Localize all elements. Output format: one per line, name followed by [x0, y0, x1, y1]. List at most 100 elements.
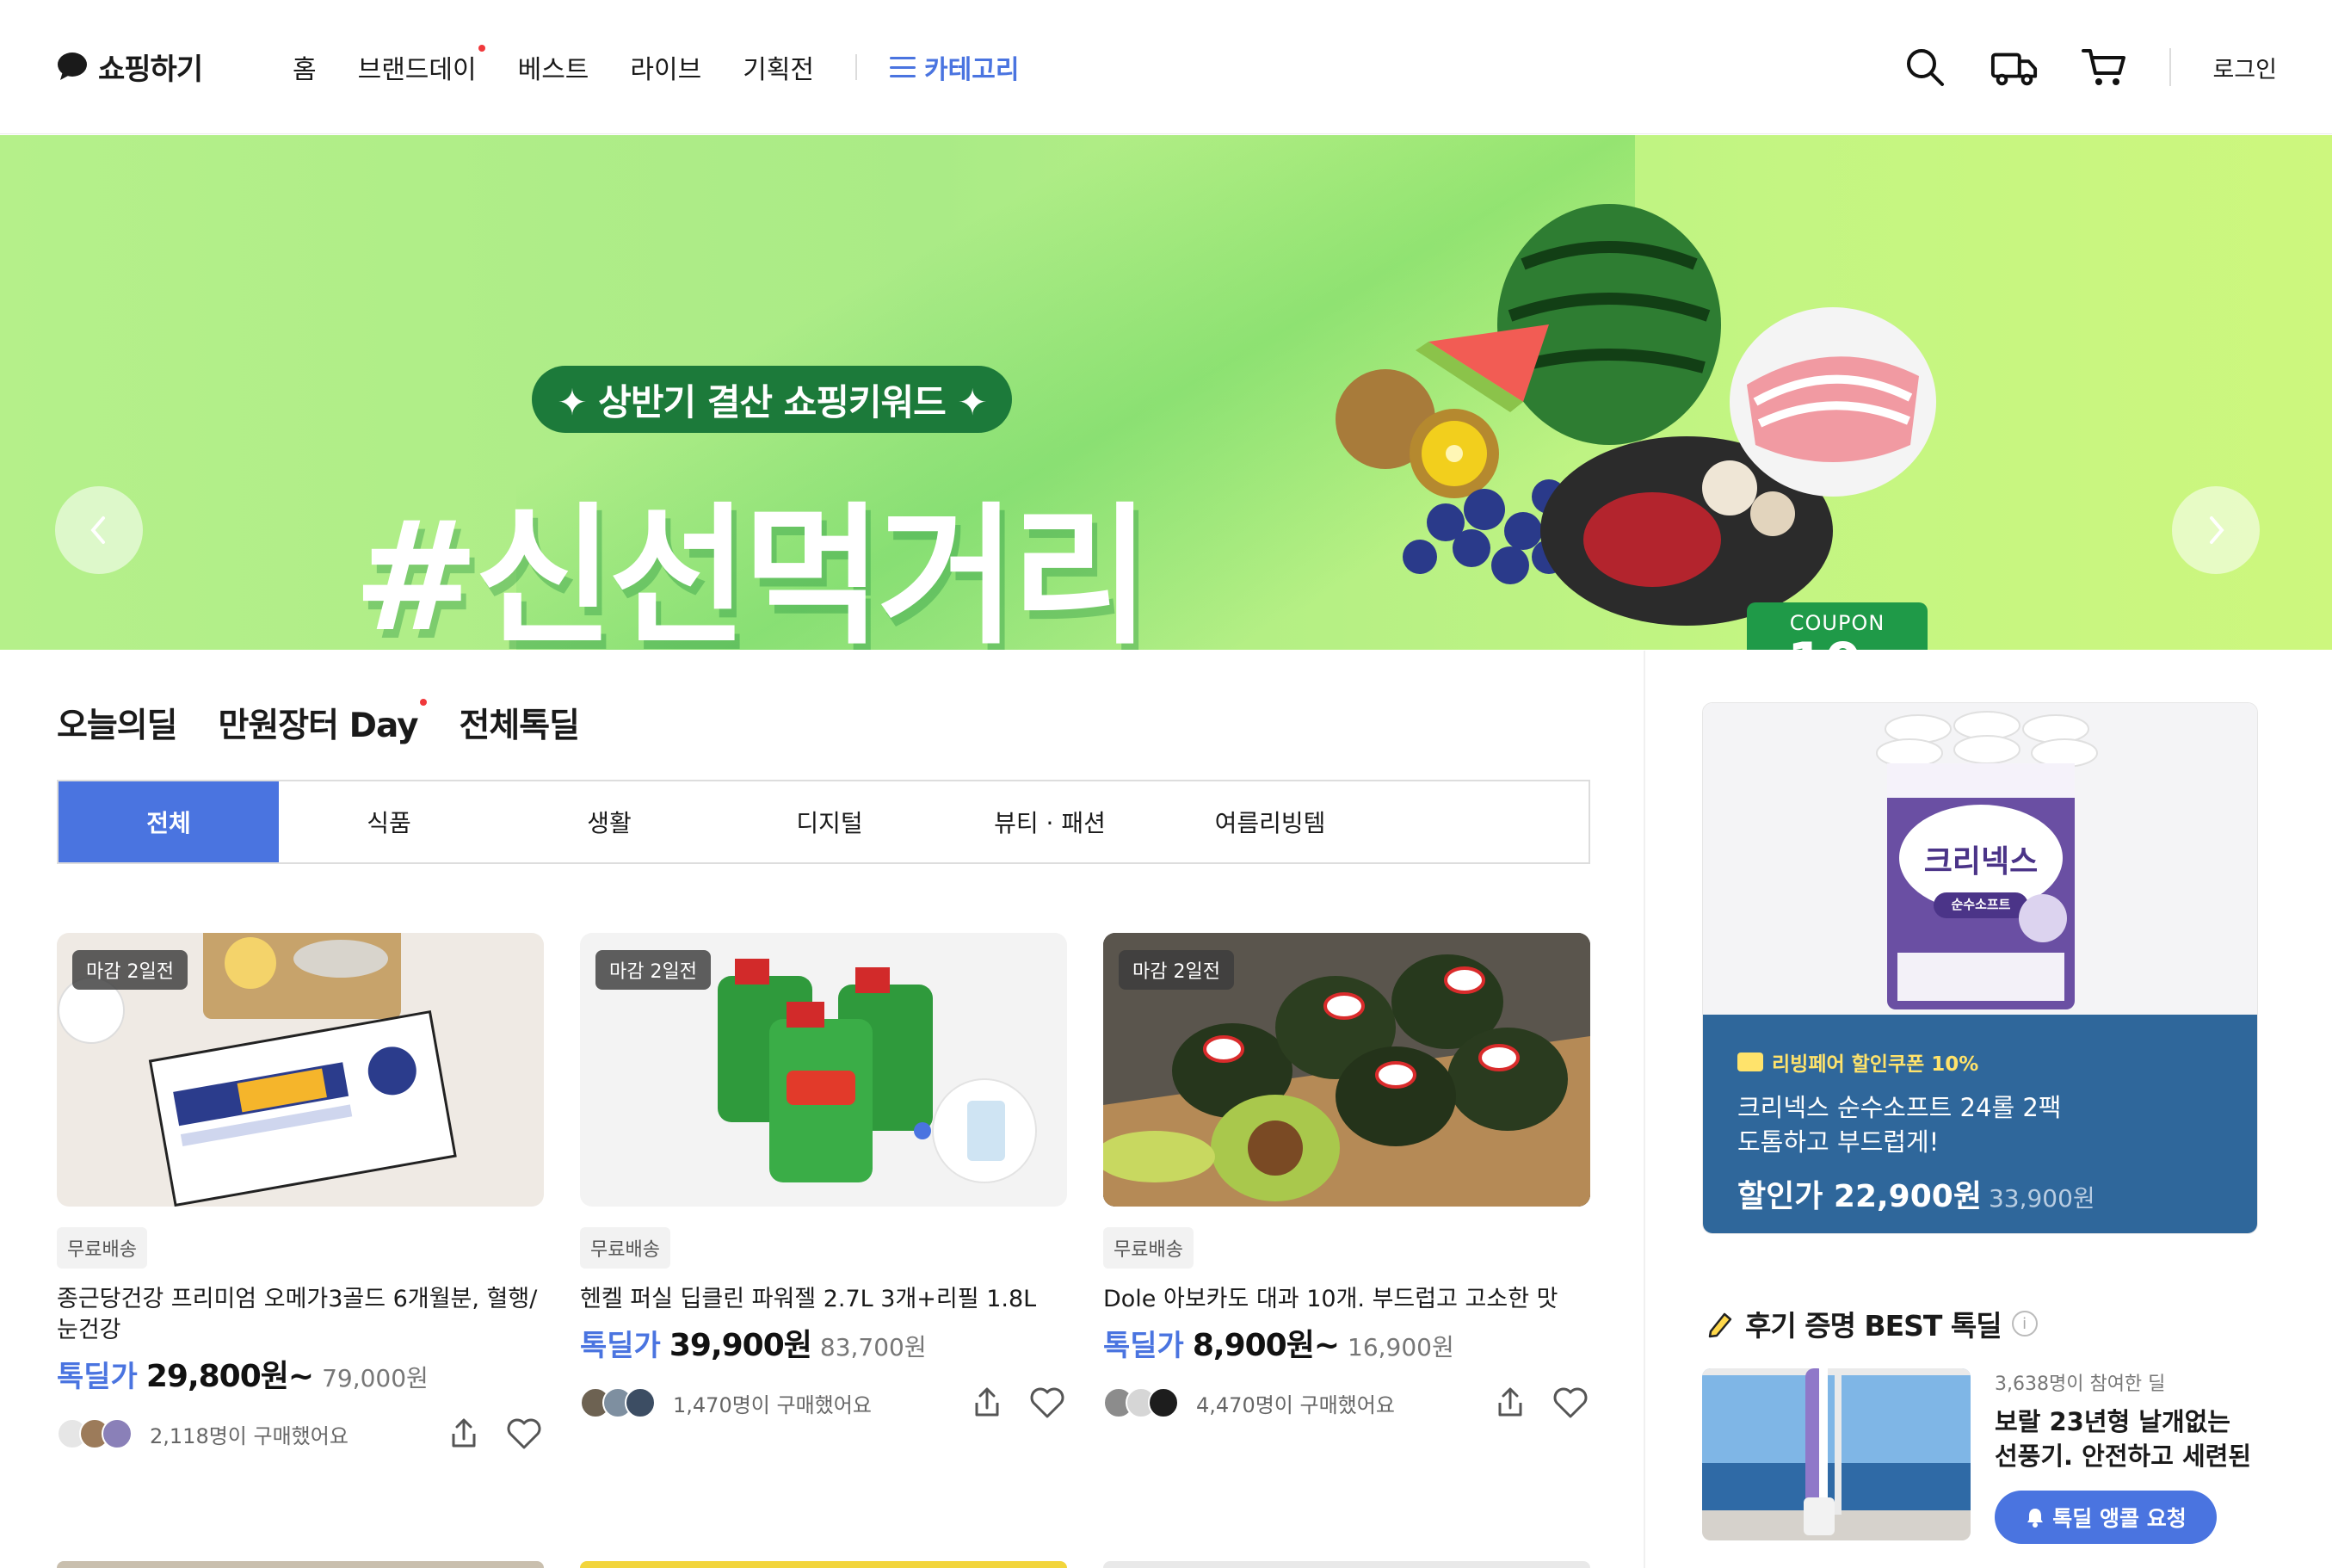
- tab-all-talkdeal[interactable]: 전체톡딜: [460, 699, 581, 747]
- category-living[interactable]: 생활: [499, 781, 719, 862]
- nav-category-label: 카테고리: [924, 55, 1020, 85]
- like-button[interactable]: [504, 1414, 544, 1454]
- product-card-peek[interactable]: [1103, 1561, 1590, 1568]
- share-icon: [1498, 1387, 1522, 1417]
- search-icon: [1907, 49, 1945, 86]
- price-label: 톡딜가: [580, 1329, 661, 1363]
- sale-price: 39,900원: [669, 1328, 812, 1363]
- product-name[interactable]: Dole 아보카도 대과 10개. 부드럽고 고소한 맛: [1103, 1284, 1585, 1315]
- heart-icon: [1553, 1387, 1588, 1418]
- new-dot: [419, 699, 427, 706]
- avatar: [625, 1387, 656, 1418]
- encore-request-label: 톡딜 앵콜 요청: [2052, 1506, 2187, 1531]
- cart-button[interactable]: [2080, 43, 2128, 91]
- info-icon[interactable]: i: [2011, 1311, 2038, 1337]
- nav-best[interactable]: 베스트: [518, 48, 589, 86]
- ad-sale-price: 할인가 22,900원: [1737, 1179, 1982, 1214]
- original-price: 83,700원: [819, 1333, 927, 1361]
- ad-sub-label: 순수소프트: [1951, 897, 2011, 912]
- ad-description: 크리넥스 순수소프트 24롤 2팩 도톰하고 부드럽게!: [1737, 1090, 2223, 1159]
- search-button[interactable]: [1901, 43, 1949, 91]
- product-image[interactable]: 마감 2일전: [1103, 933, 1590, 1207]
- speech-bubble-icon: [58, 52, 87, 80]
- product-grid: 마감 2일전 무료배송 종근당건강 프리미엄 오메가3골드 6개월분, 혈행/눈…: [57, 933, 1590, 1454]
- share-button[interactable]: [967, 1383, 1007, 1423]
- product-image[interactable]: 마감 2일전: [580, 933, 1067, 1207]
- product-name[interactable]: 헨켈 퍼실 딥클린 파워젤 2.7L 3개+리필 1.8L: [580, 1284, 1062, 1315]
- logo[interactable]: 쇼핑하기: [55, 45, 203, 88]
- like-button[interactable]: [1551, 1383, 1590, 1423]
- nav-home[interactable]: 홈: [293, 48, 317, 86]
- banner-prev-button[interactable]: [55, 486, 143, 574]
- tab-today-deal[interactable]: 오늘의딜: [57, 699, 178, 750]
- sale-price: 8,900원~: [1192, 1328, 1340, 1363]
- share-icon: [975, 1387, 999, 1417]
- review-deal-title[interactable]: 보랄 23년형 날개없는 선풍기. 안전하고 세련된 ...: [1995, 1404, 2258, 1473]
- review-best-title: 후기 증명 BEST 톡딜: [1745, 1309, 2002, 1343]
- bell-icon: [2027, 1509, 2044, 1528]
- coupon-number: 10: [1787, 631, 1861, 651]
- product-card-peek[interactable]: [57, 1561, 544, 1568]
- top-header: 쇼핑하기 홈 브랜드데이 베스트 라이브 기획전 카테고리 로그인: [0, 0, 2332, 134]
- avatar: [102, 1418, 133, 1449]
- nav-exhibition[interactable]: 기획전: [743, 48, 814, 86]
- avatar: [1148, 1387, 1179, 1418]
- buyer-row: 1,470명이 구매했어요: [580, 1382, 1067, 1423]
- bladeless-fan-image: [1702, 1368, 1971, 1540]
- buyer-count: 2,118명이 구매했어요: [150, 1423, 349, 1448]
- deadline-badge: 마감 2일전: [72, 950, 188, 990]
- sidebar-ad-card[interactable]: 크리넥스 순수소프트 리빙페어 할인쿠폰 10% 크리넥스 순수소프트 24롤 …: [1702, 702, 2258, 1234]
- buyer-avatars: [1103, 1387, 1179, 1418]
- banner-next-button[interactable]: [2172, 486, 2260, 574]
- banner-headline: #신선먹거리: [353, 489, 1151, 650]
- banner-food-illustration: [1336, 204, 1936, 626]
- nav-category-button[interactable]: 카테고리: [890, 48, 1019, 86]
- ad-desc-line1: 크리넥스 순수소프트 24롤 2팩: [1737, 1093, 2062, 1122]
- login-link[interactable]: 로그인: [2212, 51, 2277, 84]
- coupon-value: 10%: [1747, 635, 1928, 651]
- nav-brandday-label: 브랜드데이: [357, 55, 477, 85]
- category-digital[interactable]: 디지털: [719, 781, 940, 862]
- tab-manwon-day[interactable]: 만원장터 Day: [219, 699, 427, 747]
- product-card-peek[interactable]: [580, 1561, 1067, 1568]
- category-summer-living[interactable]: 여름리빙템: [1160, 781, 1380, 862]
- heart-icon: [507, 1418, 541, 1449]
- buyer-avatars: [57, 1418, 133, 1449]
- menu-icon: [890, 57, 916, 77]
- nav-divider: [855, 54, 858, 80]
- product-card[interactable]: 마감 2일전 무료배송 Dole 아보카도 대과 10개. 부드럽고 고소한 맛…: [1103, 933, 1590, 1454]
- sale-price: 29,800원~: [145, 1359, 314, 1394]
- coupon-badge: COUPON 10%: [1747, 602, 1928, 650]
- hero-banner[interactable]: ✦ 상반기 결산 쇼핑키워드 ✦ #신선먹거리 COUPON 10%: [0, 135, 2332, 650]
- main-nav: 홈 브랜드데이 베스트 라이브 기획전 카테고리: [293, 43, 1019, 91]
- like-button[interactable]: [1027, 1383, 1067, 1423]
- category-all[interactable]: 전체: [59, 781, 279, 862]
- buyer-count: 1,470명이 구매했어요: [673, 1392, 872, 1417]
- heart-icon: [1030, 1387, 1064, 1418]
- product-card[interactable]: 마감 2일전 무료배송 종근당건강 프리미엄 오메가3골드 6개월분, 혈행/눈…: [57, 933, 544, 1454]
- buyer-avatars: [580, 1387, 656, 1418]
- chevron-right-icon: [2210, 516, 2224, 544]
- nav-brandday[interactable]: 브랜드데이: [357, 45, 485, 86]
- price-label: 톡딜가: [1103, 1329, 1184, 1363]
- price-row: 톡딜가 39,900원 83,700원: [580, 1320, 1067, 1365]
- product-name[interactable]: 종근당건강 프리미엄 오메가3골드 6개월분, 혈행/눈건강: [57, 1284, 539, 1346]
- product-image[interactable]: 마감 2일전: [57, 933, 544, 1207]
- nav-live[interactable]: 라이브: [630, 48, 701, 86]
- header-divider: [2169, 48, 2172, 86]
- next-row-peek: [57, 1561, 1590, 1568]
- shipping-badge: 무료배송: [580, 1227, 670, 1269]
- encore-request-button[interactable]: 톡딜 앵콜 요청: [1995, 1491, 2217, 1544]
- share-button[interactable]: [1490, 1383, 1530, 1423]
- price-row: 톡딜가 29,800원~ 79,000원: [57, 1351, 544, 1396]
- logo-text: 쇼핑하기: [98, 52, 203, 87]
- review-deal-item[interactable]: 3,638명이 참여한 딜 보랄 23년형 날개없는 선풍기. 안전하고 세련된…: [1702, 1368, 2258, 1544]
- buyer-row: 2,118명이 구매했어요: [57, 1413, 544, 1454]
- pencil-icon: [1708, 1312, 1732, 1338]
- category-beauty-fashion[interactable]: 뷰티 · 패션: [940, 781, 1160, 862]
- share-button[interactable]: [444, 1414, 484, 1454]
- category-food[interactable]: 식품: [279, 781, 499, 862]
- product-card[interactable]: 마감 2일전 무료배송 헨켈 퍼실 딥클린 파워젤 2.7L 3개+리필 1.8…: [580, 933, 1067, 1454]
- ad-coupon-tag: 리빙페어 할인쿠폰 10%: [1737, 1047, 2223, 1077]
- delivery-button[interactable]: [1990, 43, 2039, 91]
